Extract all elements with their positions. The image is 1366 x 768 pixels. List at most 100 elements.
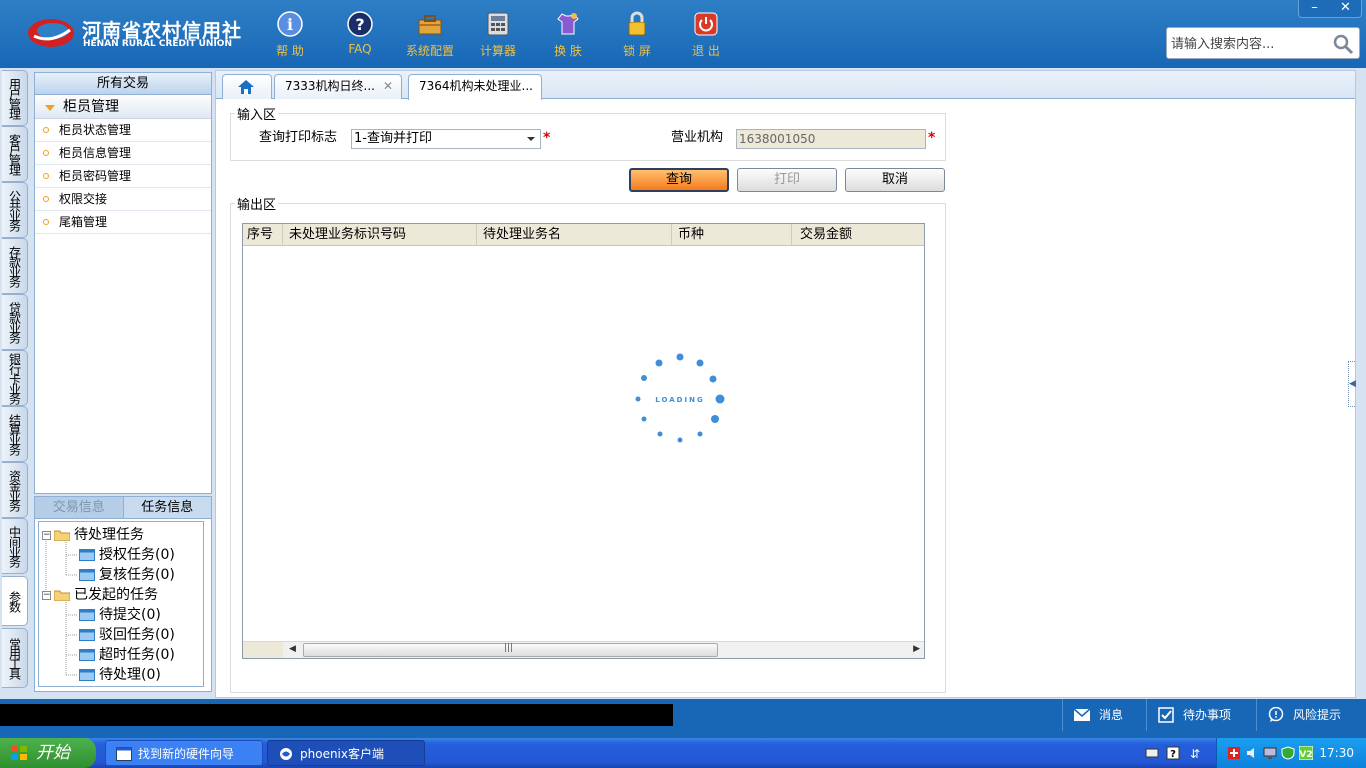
help-button[interactable]: i 帮 助 bbox=[259, 8, 321, 60]
calculator-button[interactable]: 计算器 bbox=[467, 8, 529, 60]
vnav-user-management[interactable]: 用户管理 bbox=[2, 70, 28, 126]
cancel-button[interactable]: 取消 bbox=[845, 168, 945, 192]
query-button[interactable]: 查询 bbox=[629, 168, 729, 192]
bullet-icon bbox=[43, 196, 49, 202]
tree-node-processing[interactable]: 待处理(0) bbox=[79, 665, 161, 685]
todo-button[interactable]: 待办事项 bbox=[1146, 699, 1250, 731]
menu-item-teller-status[interactable]: 柜员状态管理 bbox=[35, 119, 211, 142]
close-tab-icon[interactable]: ✕ bbox=[383, 75, 393, 98]
vnav-public-business[interactable]: 公共业务 bbox=[2, 182, 28, 238]
taskbar-item-hardware-wizard[interactable]: 找到新的硬件向导 bbox=[105, 740, 263, 766]
vnav-customer-management[interactable]: 客户管理 bbox=[2, 126, 28, 182]
menu-item-label: 柜员密码管理 bbox=[59, 169, 132, 183]
tree-label: 待处理任务 bbox=[74, 527, 144, 543]
loading-spinner: LOADING bbox=[635, 353, 725, 443]
column-header[interactable]: 序号 bbox=[243, 224, 283, 246]
faq-button[interactable]: ? FAQ bbox=[329, 8, 391, 60]
vnav-bankcard-business[interactable]: 银行卡业务 bbox=[2, 350, 28, 406]
search-input[interactable] bbox=[1171, 34, 1331, 54]
required-mark: * bbox=[928, 130, 936, 146]
shield-tray-icon[interactable] bbox=[1281, 746, 1295, 760]
scrollbar-corner bbox=[243, 642, 283, 658]
collapse-icon[interactable]: − bbox=[42, 530, 51, 540]
checkbox-icon bbox=[1158, 707, 1174, 723]
vnav-fund-business[interactable]: 资金业务 bbox=[2, 462, 28, 518]
speaker-icon[interactable] bbox=[1245, 746, 1259, 760]
tree-node-rejected[interactable]: 驳回任务(0) bbox=[79, 625, 175, 645]
vnav-settlement-business[interactable]: 结算业务 bbox=[2, 406, 28, 462]
tree-label: 复核任务(0) bbox=[99, 567, 175, 583]
power-icon bbox=[694, 12, 718, 36]
search-icon[interactable] bbox=[1331, 32, 1355, 56]
bullet-icon bbox=[43, 173, 49, 179]
tab-task-info[interactable]: 任务信息 bbox=[122, 497, 211, 518]
menu-item-permission-handover[interactable]: 权限交接 bbox=[35, 188, 211, 211]
bullet-icon bbox=[43, 219, 49, 225]
tree-node-timeout[interactable]: 超时任务(0) bbox=[79, 645, 175, 665]
exit-button[interactable]: 退 出 bbox=[675, 8, 737, 60]
tree-node-submitted[interactable]: 待提交(0) bbox=[79, 605, 161, 625]
print-flag-select[interactable]: 1-查询并打印 bbox=[351, 129, 541, 149]
tab-home[interactable] bbox=[222, 74, 272, 99]
tree-node-initiated[interactable]: − 已发起的任务 bbox=[42, 585, 158, 605]
risk-alert-button[interactable]: 风险提示 bbox=[1256, 699, 1366, 731]
bullet-icon bbox=[43, 127, 49, 133]
all-transactions-title: 所有交易 bbox=[35, 73, 211, 95]
tab-trade-info[interactable]: 交易信息 bbox=[35, 497, 123, 518]
messages-label: 消息 bbox=[1099, 708, 1124, 722]
tree-node-review[interactable]: 复核任务(0) bbox=[79, 565, 175, 585]
lock-screen-label: 锁 屏 bbox=[623, 44, 651, 58]
messages-button[interactable]: 消息 bbox=[1062, 699, 1140, 731]
org-field[interactable]: 1638001050 bbox=[736, 129, 926, 149]
v2-tray-icon[interactable]: V2 bbox=[1299, 746, 1313, 760]
table-header: 序号 未处理业务标识号码 待处理业务名 币种 交易金额 bbox=[243, 224, 924, 246]
system-config-label: 系统配置 bbox=[405, 44, 454, 58]
vnav-common-tools[interactable]: 常用工具 bbox=[2, 628, 28, 688]
tree-node-pending[interactable]: − 待处理任务 bbox=[42, 525, 144, 545]
collapse-right-panel-handle[interactable]: ◀ bbox=[1348, 361, 1356, 407]
start-button[interactable]: 开始 bbox=[0, 738, 96, 768]
bullet-icon bbox=[43, 150, 49, 156]
scroll-left-icon[interactable]: ◀ bbox=[289, 644, 296, 654]
dropdown-arrow-icon[interactable] bbox=[527, 137, 535, 141]
lock-screen-button[interactable]: 锁 屏 bbox=[606, 8, 668, 60]
minimize-button[interactable]: – bbox=[1299, 0, 1330, 17]
teller-management-group[interactable]: 柜员管理 bbox=[35, 95, 211, 119]
network-alert-icon[interactable] bbox=[1227, 746, 1241, 760]
expand-arrow-icon bbox=[45, 105, 55, 111]
monitor-icon[interactable] bbox=[1263, 746, 1277, 760]
change-skin-button[interactable]: 换 肤 bbox=[537, 8, 599, 60]
menu-item-cashbox-management[interactable]: 尾箱管理 bbox=[35, 211, 211, 234]
calculator-icon bbox=[487, 12, 509, 36]
tab-label: 7333机构日终... bbox=[285, 79, 375, 93]
window-icon bbox=[79, 609, 95, 621]
keyboard-icon[interactable] bbox=[1145, 746, 1159, 760]
column-header[interactable]: 未处理业务标识号码 bbox=[283, 224, 477, 246]
column-header[interactable]: 币种 bbox=[672, 224, 792, 246]
svg-text:⇵: ⇵ bbox=[1190, 747, 1200, 760]
tree-label: 授权任务(0) bbox=[99, 547, 175, 563]
collapse-icon[interactable]: − bbox=[42, 590, 51, 600]
tab-7333[interactable]: 7333机构日终... ✕ bbox=[274, 74, 402, 99]
vnav-parameters[interactable]: 参数 bbox=[2, 576, 28, 626]
menu-item-teller-password[interactable]: 柜员密码管理 bbox=[35, 165, 211, 188]
close-window-button[interactable]: ✕ bbox=[1330, 0, 1361, 17]
column-header[interactable]: 待处理业务名 bbox=[477, 224, 672, 246]
vnav-deposit-business[interactable]: 存款业务 bbox=[2, 238, 28, 294]
system-config-button[interactable]: 系统配置 bbox=[399, 8, 461, 60]
taskbar-item-phoenix-client[interactable]: phoenix客户端 bbox=[267, 740, 425, 766]
window-controls: – ✕ bbox=[1298, 0, 1362, 18]
tree-node-auth[interactable]: 授权任务(0) bbox=[79, 545, 175, 565]
scroll-right-icon[interactable]: ▶ bbox=[913, 644, 920, 654]
column-header[interactable]: 交易金额 bbox=[792, 224, 924, 246]
help-tray-icon[interactable]: ? bbox=[1166, 746, 1180, 760]
scroll-thumb[interactable]: ||| bbox=[303, 643, 718, 657]
ime-toggle-icon[interactable]: ⇵ bbox=[1188, 746, 1202, 760]
window-icon bbox=[116, 747, 132, 761]
horizontal-scrollbar[interactable]: ◀ ||| ▶ bbox=[243, 641, 924, 658]
vnav-intermediate-business[interactable]: 中间业务 bbox=[2, 518, 28, 574]
menu-item-teller-info[interactable]: 柜员信息管理 bbox=[35, 142, 211, 165]
vnav-loan-business[interactable]: 贷款业务 bbox=[2, 294, 28, 350]
print-button[interactable]: 打印 bbox=[737, 168, 837, 192]
tab-7364[interactable]: 7364机构未处理业... bbox=[408, 74, 542, 100]
